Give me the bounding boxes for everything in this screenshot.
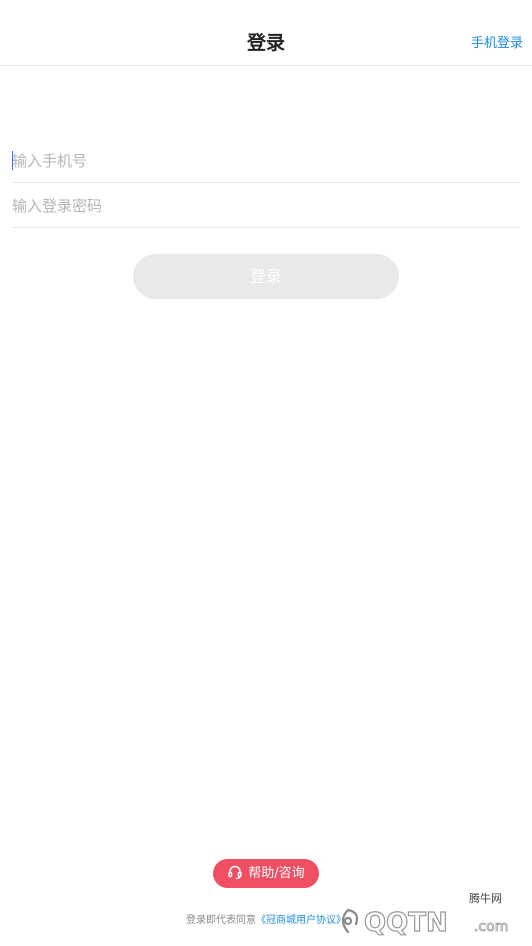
login-button[interactable]: 登录 (133, 254, 399, 299)
phone-input[interactable] (12, 139, 520, 182)
phone-field[interactable] (12, 139, 520, 183)
help-consult-button[interactable]: 帮助/咨询 (213, 859, 319, 888)
help-button-label: 帮助/咨询 (248, 866, 305, 881)
agreement-text: 登录即代表同意《冠商城用户协议》 (0, 914, 532, 928)
login-screen: 登录 手机登录 登录 帮助/咨询 登录即代表同意《冠商城用户协议》 腾牛网 (0, 0, 532, 946)
password-field[interactable] (12, 184, 520, 228)
agreement-prefix: 登录即代表同意 (186, 915, 256, 926)
watermark-site-name: 腾牛网 (469, 892, 502, 905)
text-caret (12, 151, 13, 170)
top-bar: 登录 手机登录 (0, 0, 532, 66)
phone-login-link[interactable]: 手机登录 (471, 35, 523, 53)
page-title: 登录 (246, 32, 285, 54)
user-agreement-link[interactable]: 《冠商城用户协议》 (256, 915, 346, 926)
headset-icon (227, 862, 243, 880)
password-input[interactable] (12, 184, 520, 227)
